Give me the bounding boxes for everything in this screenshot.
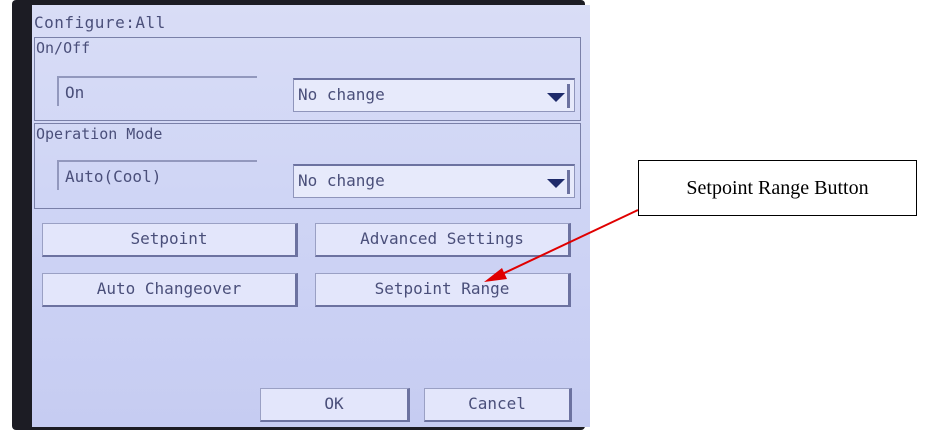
callout-label: Setpoint Range Button bbox=[638, 160, 917, 216]
callout-arrow bbox=[484, 209, 639, 282]
